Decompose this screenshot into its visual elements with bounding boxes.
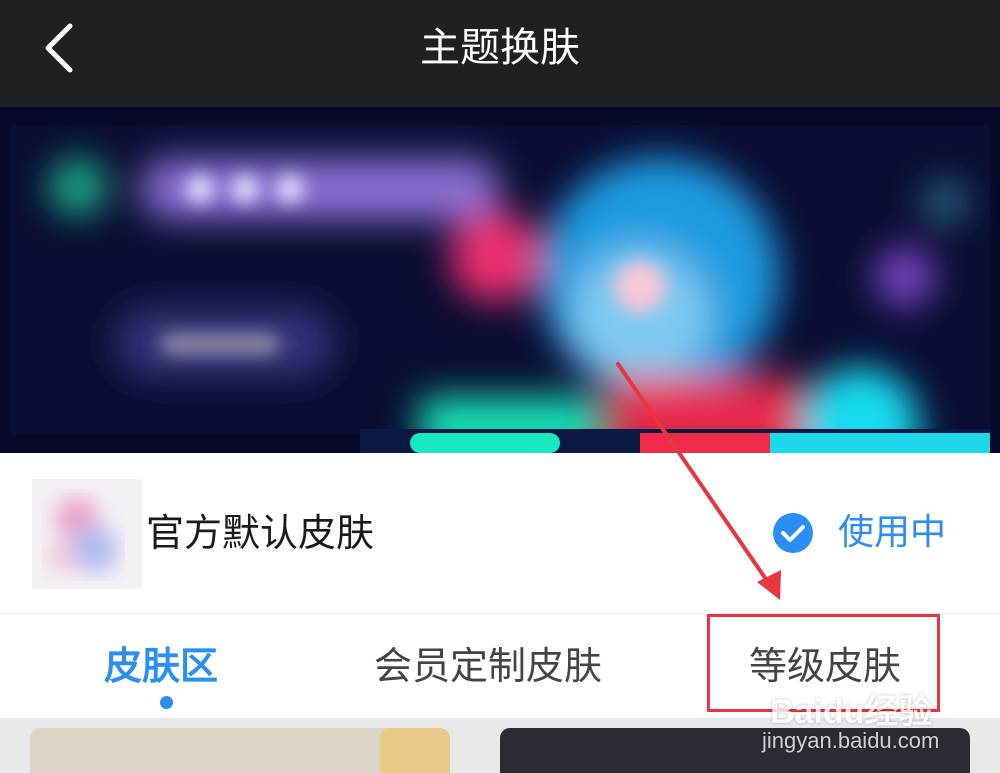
- skin-name: 官方默认皮肤: [146, 511, 375, 555]
- page-title: 主题换肤: [420, 25, 580, 71]
- active-tab-indicator: [160, 696, 173, 709]
- skin-preview-banner: [0, 107, 1000, 453]
- top-bar: 主题换肤: [0, 0, 1000, 107]
- skin-thumbnail: [32, 479, 142, 589]
- current-skin-row[interactable]: 官方默认皮肤 使用中: [0, 453, 1000, 614]
- skin-card[interactable]: [500, 728, 970, 773]
- skin-card-accent: [380, 728, 450, 773]
- tab-member-custom-skins[interactable]: 会员定制皮肤: [374, 614, 602, 718]
- in-use-status[interactable]: 使用中: [772, 501, 946, 565]
- check-circle-icon: [772, 513, 813, 553]
- in-use-label: 使用中: [837, 512, 946, 553]
- skin-grid: [0, 718, 1000, 773]
- annotation-highlight-box: [707, 614, 940, 712]
- banner-image: [0, 107, 1000, 453]
